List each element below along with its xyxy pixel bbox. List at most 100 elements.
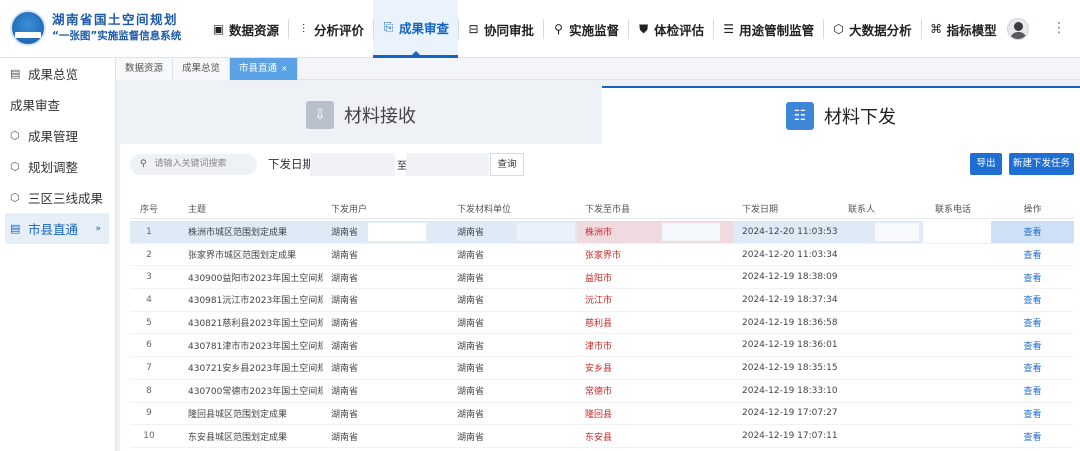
sidebar-icon: ▤ — [10, 222, 21, 235]
table-row[interactable]: 9 隆回县城区范围划定成果 湖南省 湖南省 隆回县 2024-12-19 17:07:27… — [130, 403, 1074, 426]
nav-icon: ▣ — [212, 22, 225, 36]
table-row[interactable]: 8430700常德市2023年国土空间规划城...湖南省湖南省常德市2024-1… — [130, 380, 1074, 403]
dest-text: 益阳市 — [585, 273, 613, 284]
tab-material-send[interactable]: ☷ 材料下发 — [602, 86, 1080, 144]
nav-icon: ⛊ — [639, 21, 649, 36]
page-tab-2[interactable]: 市县直通 × — [230, 58, 298, 80]
table-cell-op[interactable]: 查看 — [991, 312, 1074, 334]
table-cell-op[interactable]: 查看 — [991, 266, 1074, 288]
view-link[interactable]: 查看 — [1023, 225, 1041, 238]
search-input[interactable]: ⚲ 请输入关键词搜索 — [130, 154, 257, 175]
table-row[interactable]: 6430781津市市2023年国土空间规划城...湖南省湖南省津市市2024-1… — [130, 334, 1074, 358]
page-tab-1[interactable]: 成果总览 — [173, 58, 231, 80]
table-row[interactable]: 10 东安县城区范围划定成果 湖南省 湖南省 东安县 2024-12-19 17:07:1… — [130, 425, 1074, 448]
page-tab-0[interactable]: 数据资源 — [116, 58, 174, 80]
table-cell-empty — [923, 221, 991, 243]
view-link[interactable]: 查看 — [1023, 271, 1041, 284]
nav-item-5[interactable]: ⛊ 体检评估 — [628, 0, 713, 58]
table-cell-dest: 隆回县 — [577, 403, 733, 425]
nav-icon: ⌘ — [930, 22, 943, 36]
tab-material-receive[interactable]: ⇩ 材料接收 — [120, 86, 602, 144]
view-link[interactable]: 查看 — [1023, 316, 1041, 329]
table-cell-op[interactable]: 查看 — [991, 357, 1074, 379]
view-link[interactable]: 查看 — [1023, 248, 1041, 261]
nav-item-3[interactable]: ⊟ 协同审批 — [458, 0, 543, 58]
page-tab-label: 市县直通 — [239, 63, 278, 74]
close-icon[interactable]: × — [281, 64, 288, 73]
search-placeholder: 请输入关键词搜索 — [154, 159, 227, 169]
main-nav: ▣ 数据资源 ⫶ 分析评价 ⎘ 成果审查 ⊟ 协同审批 ⚲ 实施监督 ⛊ 体检评估 ☰ 用途管制监管 ⬡ 大数… — [203, 0, 1006, 58]
nav-item-label: 成果审查 — [399, 21, 450, 36]
table-cell-dest: 张家界市 — [577, 244, 733, 266]
table-cell-date: 2024-12-19 17:07:11 — [742, 431, 838, 442]
mode-switch: ⇩ 材料接收 ☷ 材料下发 — [120, 86, 1080, 144]
date-start-input[interactable] — [310, 153, 395, 176]
nav-item-7[interactable]: ⬡ 大数据分析 — [823, 0, 921, 58]
logo — [10, 10, 46, 46]
view-link[interactable]: 查看 — [1023, 361, 1041, 374]
dest-text: 株洲市 — [585, 228, 613, 239]
view-link[interactable]: 查看 — [1023, 339, 1041, 352]
sidebar-item-0[interactable]: ▤ 成果总览 — [0, 58, 115, 89]
table-cell-empty — [839, 244, 923, 266]
nav-item-4[interactable]: ⚲ 实施监督 — [543, 0, 628, 58]
table-cell-subject: 东安县城区范围划定成果 — [188, 432, 288, 443]
view-link[interactable]: 查看 — [1023, 293, 1041, 306]
dest-text: 安乡县 — [585, 364, 613, 375]
sidebar-item-label: 成果总览 — [27, 67, 78, 82]
table-cell-date: 2024-12-19 18:36:01 — [742, 340, 838, 351]
table-row[interactable]: 4430981沅江市2023年国土空间规划城...湖南省湖南省沅江市2024-1… — [130, 289, 1074, 312]
table-cell-unit: 湖南省 — [449, 266, 577, 288]
date-end-input[interactable] — [406, 153, 489, 176]
column-header: 主题 — [188, 204, 207, 215]
page-tab-label: 数据资源 — [125, 63, 164, 74]
table-cell-no: 4 — [146, 294, 152, 305]
table-cell-op[interactable]: 查看 — [991, 334, 1074, 356]
query-button[interactable]: 查询 — [490, 153, 524, 176]
table-cell-op[interactable]: 查看 — [991, 244, 1074, 266]
nav-item-6[interactable]: ☰ 用途管制监管 — [713, 0, 823, 58]
table-cell-user: 湖南省 — [323, 244, 449, 266]
table-row[interactable]: 1 株洲市城区范围划定成果 湖南省 湖南省 株洲市 2024-12-20 11:03:53… — [130, 221, 1074, 244]
column-header: 联系人 — [848, 204, 876, 215]
table-cell-date: 2024-12-19 18:38:09 — [742, 272, 838, 283]
sidebar: ▤ 成果总览 成果审查 ⬡ 成果管理 ⬡ 规划调整 ⬡ 三区三线成果 ▤ 市县直通» — [0, 58, 116, 451]
table-cell-op[interactable]: 查看 — [991, 425, 1074, 447]
user-avatar[interactable] — [1007, 18, 1029, 40]
document-list-icon: ☷ — [786, 102, 814, 130]
view-link[interactable]: 查看 — [1023, 430, 1041, 443]
sidebar-item-2[interactable]: ⬡ 成果管理 — [0, 120, 115, 151]
sidebar-item-5[interactable]: ▤ 市县直通 » — [5, 213, 109, 244]
view-link[interactable]: 查看 — [1023, 384, 1041, 397]
table-cell-empty — [839, 312, 923, 334]
table-cell-date: 2024-12-19 18:35:15 — [742, 362, 838, 373]
dest-text: 津市市 — [585, 341, 613, 352]
nav-item-8[interactable]: ⌘ 指标模型 — [920, 0, 1006, 58]
sidebar-item-3[interactable]: ⬡ 规划调整 — [0, 151, 115, 182]
table-cell-no: 10 — [143, 431, 155, 442]
table-cell-op[interactable]: 查看 — [991, 403, 1074, 425]
table-row[interactable]: 2 张家界市城区范围划定成果 湖南省 湖南省 张家界市 2024-12-20 11:03:… — [130, 244, 1074, 267]
table-cell-op[interactable]: 查看 — [991, 221, 1074, 243]
nav-item-label: 协同审批 — [484, 22, 535, 38]
table-cell-empty — [923, 380, 991, 402]
table-cell-no: 2 — [146, 249, 152, 260]
table-cell-op[interactable]: 查看 — [991, 380, 1074, 402]
nav-item-2[interactable]: ⎘ 成果审查 — [373, 0, 459, 58]
table-cell-op[interactable]: 查看 — [991, 289, 1074, 311]
table-cell-empty — [923, 357, 991, 379]
view-link[interactable]: 查看 — [1023, 407, 1041, 420]
more-vertical-icon[interactable]: ⋮ — [1052, 20, 1066, 36]
table-row[interactable]: 5430821慈利县2023年国土空间规划城...湖南省湖南省慈利县2024-1… — [130, 312, 1074, 335]
nav-item-1[interactable]: ⫶ 分析评价 — [288, 0, 373, 58]
sidebar-item-4[interactable]: ⬡ 三区三线成果 — [0, 182, 115, 213]
new-task-button[interactable]: 新建下发任务 — [1009, 153, 1074, 175]
table-cell-empty — [923, 266, 991, 288]
table-cell-empty — [839, 334, 923, 356]
table-row[interactable]: 3430900益阳市2023年国土空间规划城...湖南省湖南省益阳市2024-1… — [130, 266, 1074, 290]
table-row[interactable]: 7430721安乡县2023年国土空间规划城...湖南省湖南省安乡县2024-1… — [130, 357, 1074, 380]
table-cell-date: 2024-12-20 11:03:34 — [742, 249, 838, 260]
nav-item-0[interactable]: ▣ 数据资源 — [203, 0, 288, 58]
sidebar-item-1[interactable]: 成果审查 — [0, 89, 115, 120]
export-button[interactable]: 导出 — [970, 153, 1002, 175]
